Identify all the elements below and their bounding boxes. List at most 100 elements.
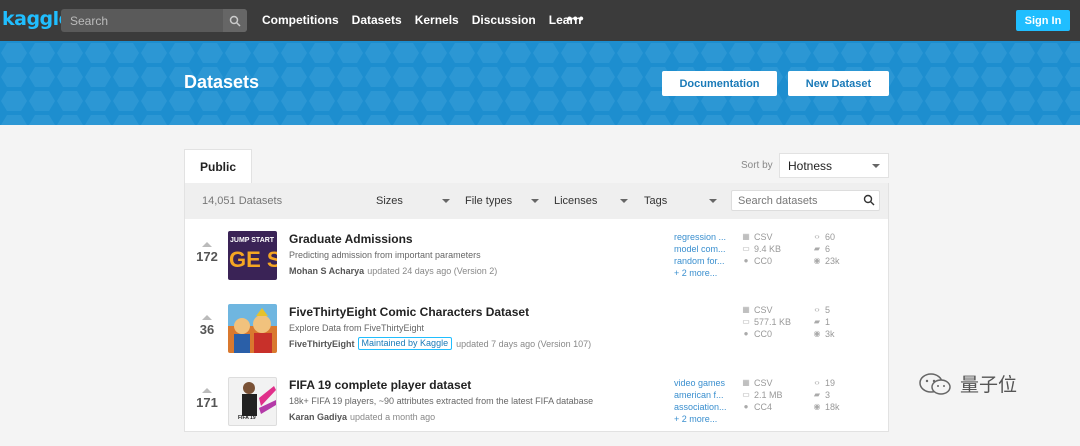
kernel-count: 60 (825, 232, 836, 242)
upvote-arrow-icon[interactable] (202, 388, 212, 393)
eye-icon: ◉ (813, 402, 821, 411)
upvote[interactable]: 172 (195, 242, 219, 264)
dataset-thumbnail[interactable] (228, 304, 277, 353)
list-item[interactable]: 36 FiveThirtyEight Comic Characters Data… (185, 300, 890, 373)
table-icon: ▦ (742, 232, 750, 241)
dataset-owner[interactable]: FiveThirtyEight (289, 339, 355, 349)
thumb-text: JUMP START (230, 237, 275, 244)
dataset-title[interactable]: FIFA 19 complete player dataset (289, 378, 471, 392)
view-count: 23k (825, 256, 840, 266)
table-icon: ▦ (742, 305, 750, 314)
eye-icon: ◉ (813, 256, 821, 265)
file-size: 2.1 MB (754, 390, 783, 400)
comment-icon: ▰ (813, 390, 821, 399)
file-type: CSV (754, 232, 773, 242)
upvote[interactable]: 36 (195, 315, 219, 337)
tag-link[interactable]: regression ... (674, 231, 726, 243)
upvote-arrow-icon[interactable] (202, 242, 212, 247)
file-stats: ▦ CSV ▭ 9.4 KB ● CC0 (742, 231, 781, 267)
dataset-list: 172 JUMP START GE SE Graduate Admissions… (184, 219, 889, 432)
dataset-meta: Karan Gadiya updated a month ago (289, 412, 435, 422)
dataset-subtitle: 18k+ FIFA 19 players, ~90 attributes ext… (289, 396, 594, 406)
eye-icon: ◉ (813, 329, 821, 338)
sort-value: Hotness (788, 158, 833, 173)
engagement-stats: ‹› 19 ▰ 3 ◉ 18k (813, 377, 840, 413)
filter-tags[interactable]: Tags (644, 195, 718, 207)
dataset-search-input[interactable] (732, 191, 857, 211)
kernel-count: 5 (825, 305, 831, 315)
list-item[interactable]: 172 JUMP START GE SE Graduate Admissions… (185, 227, 890, 300)
file-size: 577.1 KB (754, 317, 792, 327)
tag-link[interactable]: association... (674, 401, 727, 413)
list-item[interactable]: 171 FIFA 19 FIFA 19 complete player data… (185, 373, 890, 446)
tag-link[interactable]: random for... (674, 255, 726, 267)
nav-links: Competitions Datasets Kernels Discussion… (262, 13, 594, 27)
drive-icon: ▭ (742, 317, 750, 326)
file-type: CSV (754, 378, 773, 388)
file-stats: ▦ CSV ▭ 577.1 KB ● CC0 (742, 304, 791, 340)
vote-count: 171 (196, 395, 218, 410)
dataset-owner[interactable]: Karan Gadiya (289, 412, 347, 422)
dataset-search[interactable] (731, 190, 880, 211)
tag-link[interactable]: video games (674, 377, 727, 389)
view-count: 18k (825, 402, 840, 412)
sign-in-button[interactable]: Sign In (1016, 10, 1070, 31)
tag-link[interactable]: model com... (674, 243, 726, 255)
filter-sizes-label: Sizes (376, 195, 403, 207)
watermark: 量子位 (918, 370, 1017, 397)
upvote-arrow-icon[interactable] (202, 315, 212, 320)
dataset-updated: updated 24 days ago (Version 2) (367, 266, 498, 276)
more-tags-link[interactable]: + 2 more... (674, 413, 727, 425)
documentation-button[interactable]: Documentation (662, 71, 777, 96)
dataset-thumbnail[interactable]: JUMP START GE SE (228, 231, 277, 280)
nav-discussion[interactable]: Discussion (472, 13, 536, 27)
tag-link[interactable]: american f... (674, 389, 727, 401)
license: CC0 (754, 329, 773, 339)
chevron-down-icon (872, 164, 880, 168)
dataset-subtitle: Explore Data from FiveThirtyEight (289, 323, 425, 333)
thumb-text: FIFA 19 (238, 415, 256, 421)
search-input[interactable] (61, 9, 221, 32)
nav-kernels[interactable]: Kernels (415, 13, 459, 27)
search-icon[interactable] (863, 194, 875, 206)
dataset-thumbnail[interactable]: FIFA 19 (228, 377, 277, 426)
filter-bar: 14,051 Datasets Sizes File types License… (184, 183, 889, 219)
nav-datasets[interactable]: Datasets (352, 13, 402, 27)
code-icon: ‹› (814, 378, 820, 387)
drive-icon: ▭ (742, 244, 750, 253)
chevron-down-icon (531, 199, 539, 203)
nav-competitions[interactable]: Competitions (262, 13, 339, 27)
tab-public[interactable]: Public (184, 149, 252, 184)
engagement-stats: ‹› 60 ▰ 6 ◉ 23k (813, 231, 840, 267)
license-icon: ● (743, 256, 749, 265)
file-size: 9.4 KB (754, 244, 782, 254)
search-button[interactable] (223, 9, 247, 32)
global-search[interactable] (61, 9, 247, 32)
drive-icon: ▭ (742, 390, 750, 399)
more-tags-link[interactable]: + 2 more... (674, 267, 726, 279)
filter-file-types-label: File types (465, 195, 513, 207)
vote-count: 36 (199, 322, 215, 337)
filter-file-types[interactable]: File types (465, 195, 539, 207)
comic-characters-image (234, 308, 272, 353)
dataset-owner[interactable]: Mohan S Acharya (289, 266, 364, 276)
dataset-title[interactable]: FiveThirtyEight Comic Characters Dataset (289, 305, 529, 319)
page-banner: Datasets Documentation New Dataset (0, 41, 1080, 125)
filter-sizes[interactable]: Sizes (376, 195, 450, 207)
upvote[interactable]: 171 (195, 388, 219, 410)
dataset-meta: Mohan S Acharya updated 24 days ago (Ver… (289, 266, 497, 276)
view-count: 3k (825, 329, 835, 339)
filter-licenses[interactable]: Licenses (554, 195, 628, 207)
license: CC0 (754, 256, 773, 266)
comment-icon: ▰ (813, 317, 821, 326)
license: CC4 (754, 402, 773, 412)
dataset-tags: video games american f... association...… (674, 377, 727, 425)
dataset-title[interactable]: Graduate Admissions (289, 232, 413, 246)
dataset-tags: regression ... model com... random for..… (674, 231, 726, 279)
dataset-updated: updated 7 days ago (Version 107) (456, 338, 592, 349)
new-dataset-button[interactable]: New Dataset (788, 71, 889, 96)
more-menu-icon[interactable]: ••• (567, 10, 585, 26)
sort-select[interactable]: Hotness (779, 153, 889, 178)
filter-licenses-label: Licenses (554, 195, 598, 207)
dataset-meta: FiveThirtyEight Maintained by Kaggle upd… (289, 337, 591, 350)
